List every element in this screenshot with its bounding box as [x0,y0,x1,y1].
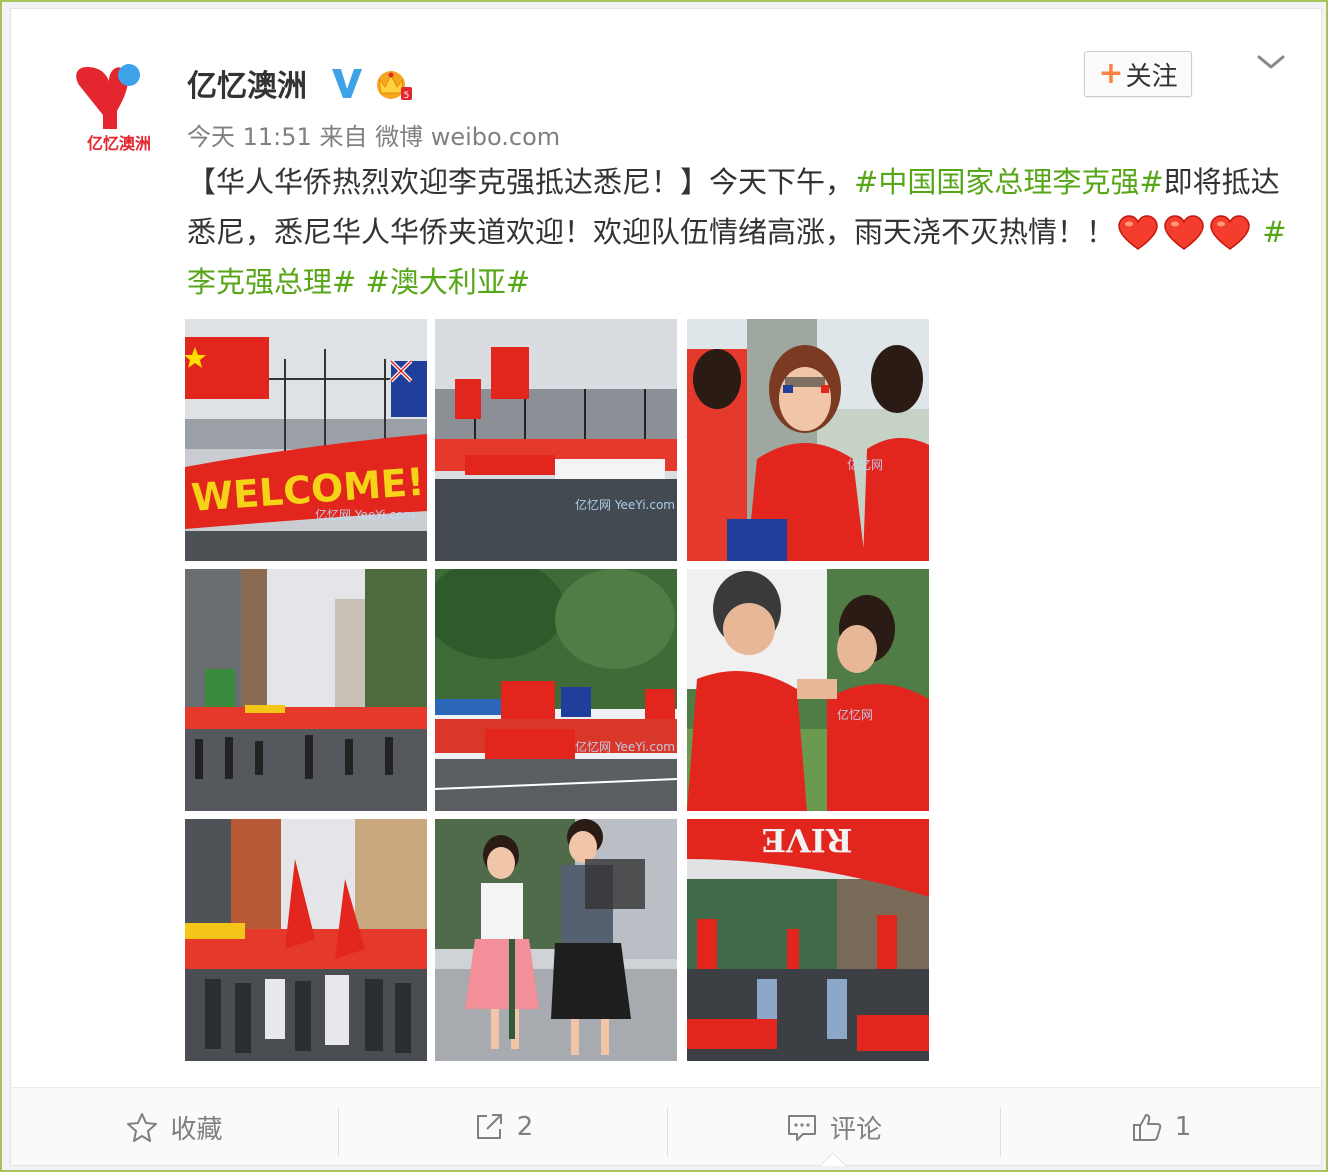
photo-girl-and-woman[interactable] [435,819,677,1061]
photo-crowd-by-fence[interactable]: 亿忆网 YeeYi.com [435,319,677,561]
follow-button[interactable]: + 关注 [1084,51,1192,97]
photo-woman-face-paint[interactable]: 亿忆网 [687,319,929,561]
follow-label: 关注 [1125,61,1178,92]
crown-icon[interactable]: 5 [373,65,413,103]
favorite-label: 收藏 [170,1114,223,1145]
heart-emoji-icon [1209,215,1251,251]
heart-emoji-icon [1117,215,1159,251]
photo-face-painting[interactable]: 亿忆网 [687,569,929,811]
post-from-label: 来自 [319,123,368,151]
like-count: 1 [1174,1112,1192,1142]
post-text-part1: 【华人华侨热烈欢迎李克强抵达悉尼！】今天下午， [187,165,855,199]
comment-pointer-arrow [819,1153,847,1167]
thumbs-up-icon [1132,1114,1161,1141]
avatar[interactable]: 亿忆澳洲 [69,53,169,153]
forward-button[interactable]: 2 [339,1088,667,1166]
post-meta: 今天 11:51 来自 微博 weibo.com [187,117,560,152]
like-button[interactable]: 1 [1001,1088,1321,1166]
photo-watermark: 亿忆网 [847,457,883,472]
photo-watermark: 亿忆网 YeeYi.com [315,507,415,522]
post-source[interactable]: 微博 weibo.com [375,123,560,151]
photo-watermark: 亿忆网 YeeYi.com [575,739,675,754]
hashtag-premier-li[interactable]: #中国国家总理李克强# [854,165,1164,199]
favorite-button[interactable]: 收藏 [11,1088,338,1166]
hashtag-australia[interactable]: #澳大利亚# [366,265,531,299]
post-time[interactable]: 今天 11:51 [187,123,312,151]
yeeyi-logo-icon: 亿忆澳洲 [76,64,151,153]
photo-flags-banner-park[interactable]: 亿忆网 YeeYi.com [435,569,677,811]
star-icon [127,1113,158,1142]
forward-count: 2 [516,1112,534,1142]
photo-watermark: 亿忆网 YeeYi.com [575,497,675,512]
post-action-bar: 收藏 2 评论 1 [11,1087,1321,1165]
chevron-down-icon[interactable] [1251,47,1291,77]
weibo-post-card: 亿忆澳洲 亿忆澳洲 5 + 关注 今天 11:51 来自 微博 weibo.co… [10,8,1322,1167]
heart-emoji-icon [1163,215,1205,251]
comment-label: 评论 [829,1114,882,1145]
photo-grid: WELCOME! 亿忆网 YeeYi.com 亿忆网 YeeYi.com 亿忆网… [185,319,931,1063]
photo-street-flags-crowd[interactable] [185,819,427,1061]
share-icon [476,1114,502,1139]
v-badge-icon[interactable] [329,65,365,101]
photo-watermark: 亿忆网 [837,707,873,722]
browser-frame: 亿忆澳洲 亿忆澳洲 5 + 关注 今天 11:51 来自 微博 weibo.co… [0,0,1328,1172]
photo-welcome-banner[interactable]: WELCOME! 亿忆网 YeeYi.com [185,319,427,561]
photo-city-street-rain[interactable] [185,569,427,811]
username[interactable]: 亿忆澳洲 [187,61,307,105]
sign-text: RIVE [762,821,853,859]
post-text: 【华人华侨热烈欢迎李克强抵达悉尼！】今天下午，#中国国家总理李克强#即将抵达悉尼… [187,157,1297,307]
comment-icon [787,1115,816,1141]
svg-text:5: 5 [404,91,410,101]
plus-icon: + [1098,56,1124,91]
photo-crowd-under-sign[interactable]: RIVE [687,819,929,1061]
avatar-logo-text: 亿忆澳洲 [87,134,151,153]
